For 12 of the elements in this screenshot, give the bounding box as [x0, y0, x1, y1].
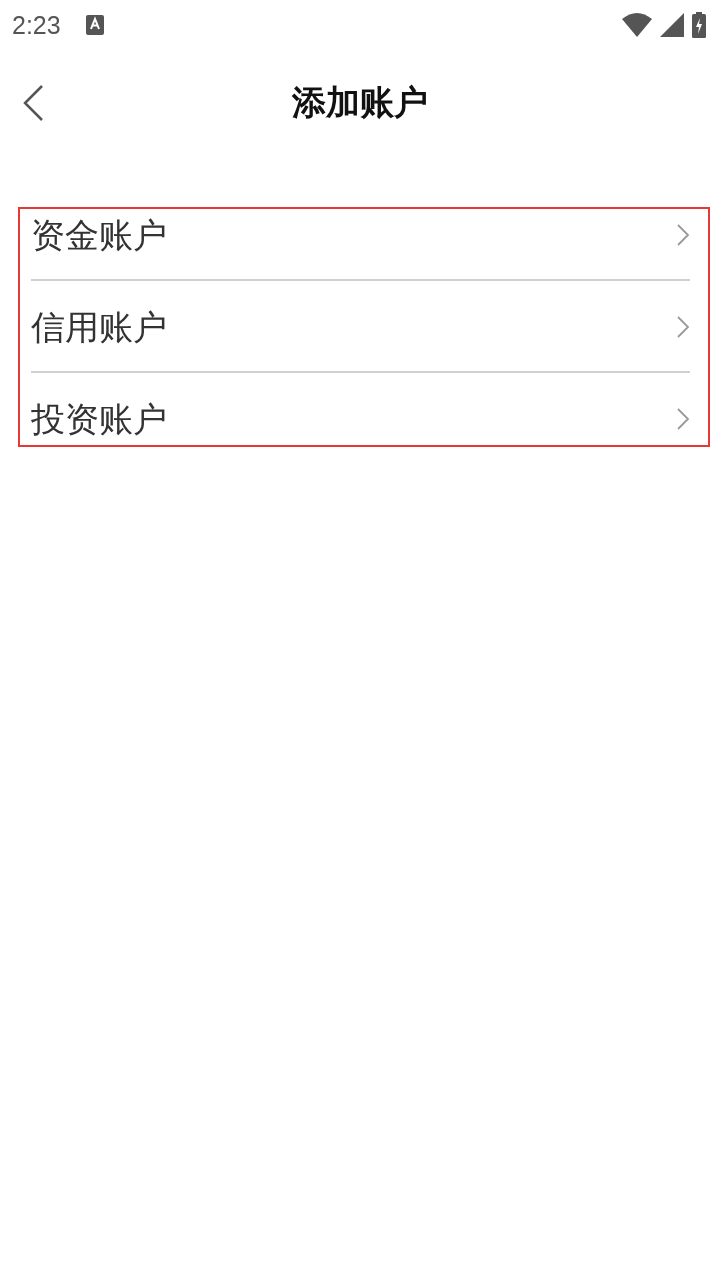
chevron-right-icon [676, 315, 690, 339]
status-time: 2:23 [12, 10, 61, 40]
notification-icon [84, 14, 105, 36]
account-type-item[interactable]: 信用账户 [31, 307, 167, 347]
page-title: 添加账户 [292, 81, 428, 124]
battery-icon [692, 12, 706, 38]
account-type-item[interactable]: 投资账户 [31, 399, 167, 439]
wifi-icon [622, 13, 652, 37]
account-type-item[interactable]: 资金账户 [31, 215, 167, 255]
signal-icon [660, 13, 684, 37]
chevron-right-icon [676, 407, 690, 431]
chevron-right-icon [676, 223, 690, 247]
